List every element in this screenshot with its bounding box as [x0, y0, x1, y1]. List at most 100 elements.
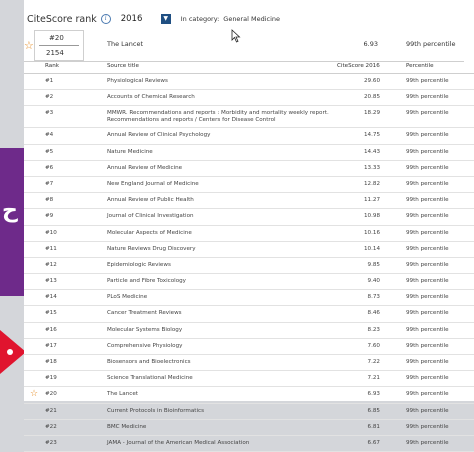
table-row[interactable]: #14 PLoS Medicine 8.73 99th percentile	[24, 290, 474, 307]
row-percentile: 99th percentile	[406, 310, 449, 317]
background-red-dot	[7, 349, 13, 355]
row-source-title[interactable]: Nature Reviews Drug Discovery	[107, 246, 337, 253]
row-source-title[interactable]: Physiological Reviews	[107, 78, 337, 85]
column-header-source-title[interactable]: Source title	[107, 63, 337, 70]
table-row[interactable]: #17 Comprehensive Physiology 7.60 99th perc…	[24, 339, 474, 355]
row-source-title[interactable]: Molecular Systems Biology	[107, 327, 337, 334]
year-select[interactable]: 2016 ▼	[121, 14, 171, 24]
row-rank: #10	[45, 229, 57, 236]
row-source-title[interactable]: Molecular Aspects of Medicine	[107, 230, 337, 237]
row-rank: #11	[45, 245, 57, 252]
row-percentile: 99th percentile	[406, 294, 449, 301]
row-source-title[interactable]: Nature Medicine	[107, 149, 337, 156]
table-row[interactable]: #7 New England Journal of Medicine 12.82 99…	[24, 177, 474, 194]
rank-divider	[39, 45, 79, 46]
info-icon[interactable]: i	[100, 14, 111, 24]
row-citescore: 8.46	[367, 310, 380, 317]
rank-box: #20 2154	[34, 30, 84, 61]
year-value: 2016	[120, 14, 143, 24]
table-row[interactable]: #13 Particle and Fibre Toxicology 9.40 99th…	[24, 274, 474, 291]
row-citescore: 12.82	[363, 180, 380, 187]
row-rank: #6	[45, 164, 54, 171]
row-percentile: 99th percentile	[406, 78, 449, 84]
row-rank: #7	[45, 180, 54, 187]
table-row[interactable]: #23 JAMA - Journal of the American Medica…	[24, 436, 474, 452]
chevron-down-icon[interactable]: ▼	[160, 14, 171, 24]
column-header-rank[interactable]: Rank	[45, 63, 59, 69]
table-row[interactable]: #3 MMWR. Recommendations and reports : Mo…	[24, 106, 474, 129]
table-row[interactable]: #19 Science Translational Medicine 7.21 99t…	[24, 371, 474, 388]
table-row[interactable]: #11 Nature Reviews Drug Discovery 10.14 99t…	[24, 242, 474, 258]
row-source-title[interactable]: Annual Review of Medicine	[107, 165, 337, 172]
row-percentile: 99th percentile	[406, 197, 449, 204]
row-rank: #5	[45, 148, 54, 155]
current-source-title[interactable]: The Lancet	[107, 40, 143, 48]
row-rank: #21	[45, 407, 57, 414]
table-row[interactable]: #18 Biosensors and Bioelectronics 7.22 99th…	[24, 355, 474, 372]
row-source-title[interactable]: Current Protocols in Bioinformatics	[107, 408, 337, 415]
table-row[interactable]: #5 Nature Medicine 14.43 99th percentile	[24, 145, 474, 161]
row-source-title[interactable]: Cancer Treatment Reviews	[107, 310, 337, 317]
table-row[interactable]: #15 Cancer Treatment Reviews 8.46 99th perc…	[24, 306, 474, 323]
row-source-title[interactable]: Biosensors and Bioelectronics	[107, 359, 337, 366]
column-header-percentile[interactable]: Percentile	[406, 63, 434, 69]
row-source-title[interactable]: Epidemiologic Reviews	[107, 262, 337, 269]
row-rank: #8	[45, 197, 54, 204]
row-source-title[interactable]: Annual Review of Clinical Psychology	[107, 132, 337, 139]
row-rank: #23	[45, 439, 57, 446]
total-count: 2154	[46, 49, 64, 57]
row-source-title[interactable]: MMWR. Recommendations and reports : Morb…	[107, 110, 337, 124]
star-icon[interactable]: ☆	[24, 39, 34, 52]
row-citescore: 10.14	[363, 245, 380, 252]
row-source-title[interactable]: Comprehensive Physiology	[107, 343, 337, 350]
row-percentile: 99th percentile	[406, 278, 449, 285]
row-source-title[interactable]: Particle and Fibre Toxicology	[107, 278, 337, 285]
table-row[interactable]: #8 Annual Review of Public Health 11.27 99t…	[24, 193, 474, 210]
row-percentile: 99th percentile	[406, 359, 449, 365]
table-row[interactable]: #10 Molecular Aspects of Medicine 10.16 99t…	[24, 226, 474, 242]
row-rank: #16	[45, 326, 57, 333]
row-rank: #4	[45, 132, 54, 139]
current-citescore: 6.93	[363, 40, 378, 48]
row-source-title[interactable]: Science Translational Medicine	[107, 375, 337, 382]
row-source-title[interactable]: PLoS Medicine	[107, 294, 337, 301]
table-row[interactable]: #1 Physiological Reviews 29.60 99th percent…	[24, 74, 474, 91]
row-citescore: 9.40	[367, 278, 380, 285]
table-row[interactable]: #16 Molecular Systems Biology 8.23 99th per…	[24, 323, 474, 339]
row-rank: #3	[45, 110, 54, 117]
row-source-title[interactable]: Annual Review of Public Health	[107, 197, 337, 204]
row-percentile: 99th percentile	[406, 439, 449, 446]
star-icon[interactable]: ☆	[30, 389, 38, 399]
row-percentile: 99th percentile	[406, 180, 449, 187]
column-header-citescore[interactable]: CiteScore 2016	[337, 63, 385, 69]
row-rank: #2	[45, 94, 54, 101]
row-percentile: 99th percentile	[406, 391, 449, 398]
table-row[interactable]: #4 Annual Review of Clinical Psychology 14…	[24, 128, 474, 145]
row-rank: #13	[45, 278, 57, 285]
row-percentile: 99th percentile	[406, 261, 449, 268]
table-body: #1 Physiological Reviews 29.60 99th percent…	[24, 74, 474, 452]
row-rank: #1	[45, 78, 54, 84]
background-red-arrow	[0, 330, 26, 374]
row-citescore: 11.27	[363, 197, 380, 204]
row-citescore: 6.67	[367, 439, 380, 446]
table-row[interactable]: #6 Annual Review of Medicine 13.33 99th per…	[24, 161, 474, 177]
table-row[interactable]: #9 Journal of Clinical Investigation 10.98…	[24, 209, 474, 226]
row-source-title[interactable]: The Lancet	[107, 391, 337, 398]
table-row[interactable]: #22 BMC Medicine 6.81 99th percentile	[24, 420, 474, 436]
row-rank: #15	[45, 310, 57, 317]
row-source-title[interactable]: Accounts of Chemical Research	[107, 94, 337, 101]
row-source-title[interactable]: JAMA - Journal of the American Medical A…	[107, 440, 337, 447]
row-source-title[interactable]: New England Journal of Medicine	[107, 181, 337, 188]
table-row[interactable]: ☆ #20 The Lancet 6.93 99th percentile	[24, 387, 474, 404]
table-row[interactable]: #12 Epidemiologic Reviews 9.85 99th percent…	[24, 258, 474, 275]
row-source-title[interactable]: BMC Medicine	[107, 424, 337, 431]
background-banner-glyph: ح	[2, 198, 18, 223]
row-source-title[interactable]: Journal of Clinical Investigation	[107, 213, 337, 220]
citescore-rank-panel: CiteScore rank i 2016 ▼ In category: Gen…	[24, 0, 474, 452]
table-row[interactable]: #2 Accounts of Chemical Research 20.85 99th…	[24, 90, 474, 107]
current-percentile: 99th percentile	[406, 40, 456, 48]
row-citescore: 14.75	[363, 132, 380, 139]
table-row[interactable]: #21 Current Protocols in Bioinformatics 6.…	[24, 404, 474, 420]
row-citescore: 20.85	[363, 94, 380, 101]
